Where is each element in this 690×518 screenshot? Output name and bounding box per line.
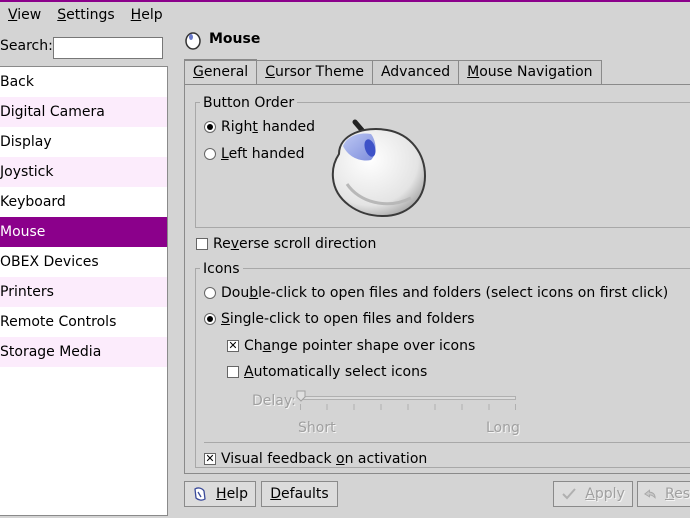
change-pointer-checkbox[interactable]: ✕ — [227, 340, 239, 352]
sidebar-item-mouse[interactable]: Mouse — [0, 217, 167, 247]
mouse-icon — [185, 32, 201, 50]
delay-slider-thumb[interactable] — [296, 390, 306, 402]
page-title: Mouse — [209, 31, 261, 47]
auto-select-option[interactable]: Automatically select icons — [227, 364, 427, 380]
single-click-label: Single-click to open files and folders — [221, 311, 475, 327]
delay-max-label: Long — [486, 420, 520, 436]
auto-select-checkbox[interactable] — [227, 366, 239, 378]
module-list: Back Digital Camera Display Joystick Key… — [0, 66, 168, 516]
sidebar-item-keyboard[interactable]: Keyboard — [0, 187, 167, 217]
delay-min-label: Short — [298, 420, 336, 436]
button-order-title: Button Order — [200, 95, 298, 111]
visual-feedback-option[interactable]: ✕ Visual feedback on activation — [204, 451, 427, 467]
help-icon — [194, 487, 206, 501]
menu-settings[interactable]: Settings — [49, 7, 122, 23]
right-handed-label: Right handed — [221, 119, 316, 135]
reverse-scroll-checkbox[interactable] — [196, 238, 208, 250]
left-handed-option[interactable]: Left handed — [204, 146, 305, 162]
right-handed-option[interactable]: Right handed — [204, 119, 315, 135]
checkmark-icon — [562, 488, 576, 500]
menu-view[interactable]: View — [0, 7, 49, 23]
sidebar-item-obex-devices[interactable]: OBEX Devices — [0, 247, 167, 277]
change-pointer-option[interactable]: ✕ Change pointer shape over icons — [227, 338, 475, 354]
sidebar-item-digital-camera[interactable]: Digital Camera — [0, 97, 167, 127]
delay-slider-track[interactable] — [300, 396, 516, 400]
menu-help[interactable]: Help — [123, 7, 171, 23]
search-label: Search: — [0, 38, 53, 54]
search-input[interactable] — [53, 37, 163, 59]
sidebar-item-back[interactable]: Back — [0, 67, 167, 97]
sidebar-item-joystick[interactable]: Joystick — [0, 157, 167, 187]
defaults-button[interactable]: Defaults — [261, 481, 338, 507]
change-pointer-label: Change pointer shape over icons — [244, 338, 476, 354]
sidebar-item-storage-media[interactable]: Storage Media — [0, 337, 167, 367]
double-click-label: Double-click to open files and folders (… — [221, 285, 669, 301]
reset-button[interactable]: Res — [637, 481, 690, 507]
reset-icon — [643, 489, 656, 499]
reverse-scroll-label: Reverse scroll direction — [213, 236, 377, 252]
auto-select-label: Automatically select icons — [244, 364, 428, 380]
icons-group-title: Icons — [200, 261, 243, 277]
single-click-option[interactable]: Single-click to open files and folders — [204, 311, 475, 327]
sidebar-item-display[interactable]: Display — [0, 127, 167, 157]
right-handed-radio[interactable] — [204, 121, 216, 133]
visual-feedback-label: Visual feedback on activation — [221, 451, 428, 467]
double-click-option[interactable]: Double-click to open files and folders (… — [204, 285, 668, 301]
tab-advanced[interactable]: Advanced — [371, 60, 460, 85]
delay-label: Delay: — [252, 393, 296, 409]
double-click-radio[interactable] — [204, 287, 216, 299]
mouse-illustration-icon — [331, 119, 427, 218]
tab-general[interactable]: General — [184, 59, 258, 85]
sidebar-item-printers[interactable]: Printers — [0, 277, 167, 307]
divider — [204, 442, 690, 443]
reverse-scroll-option[interactable]: Reverse scroll direction — [196, 236, 376, 252]
tab-mouse-navigation[interactable]: Mouse Navigation — [458, 60, 602, 85]
tab-cursor-theme[interactable]: Cursor Theme — [256, 60, 373, 85]
sidebar-item-remote-controls[interactable]: Remote Controls — [0, 307, 167, 337]
apply-button[interactable]: Apply — [553, 481, 633, 507]
delay-slider-ticks — [300, 404, 516, 410]
single-click-radio[interactable] — [204, 313, 216, 325]
left-handed-radio[interactable] — [204, 148, 216, 160]
menu-bar: View Settings Help — [0, 2, 690, 28]
left-handed-label: Left handed — [221, 146, 305, 162]
help-button[interactable]: Help — [184, 481, 256, 507]
tab-bar: General Cursor Theme Advanced Mouse Navi… — [184, 59, 602, 85]
visual-feedback-checkbox[interactable]: ✕ — [204, 453, 216, 465]
